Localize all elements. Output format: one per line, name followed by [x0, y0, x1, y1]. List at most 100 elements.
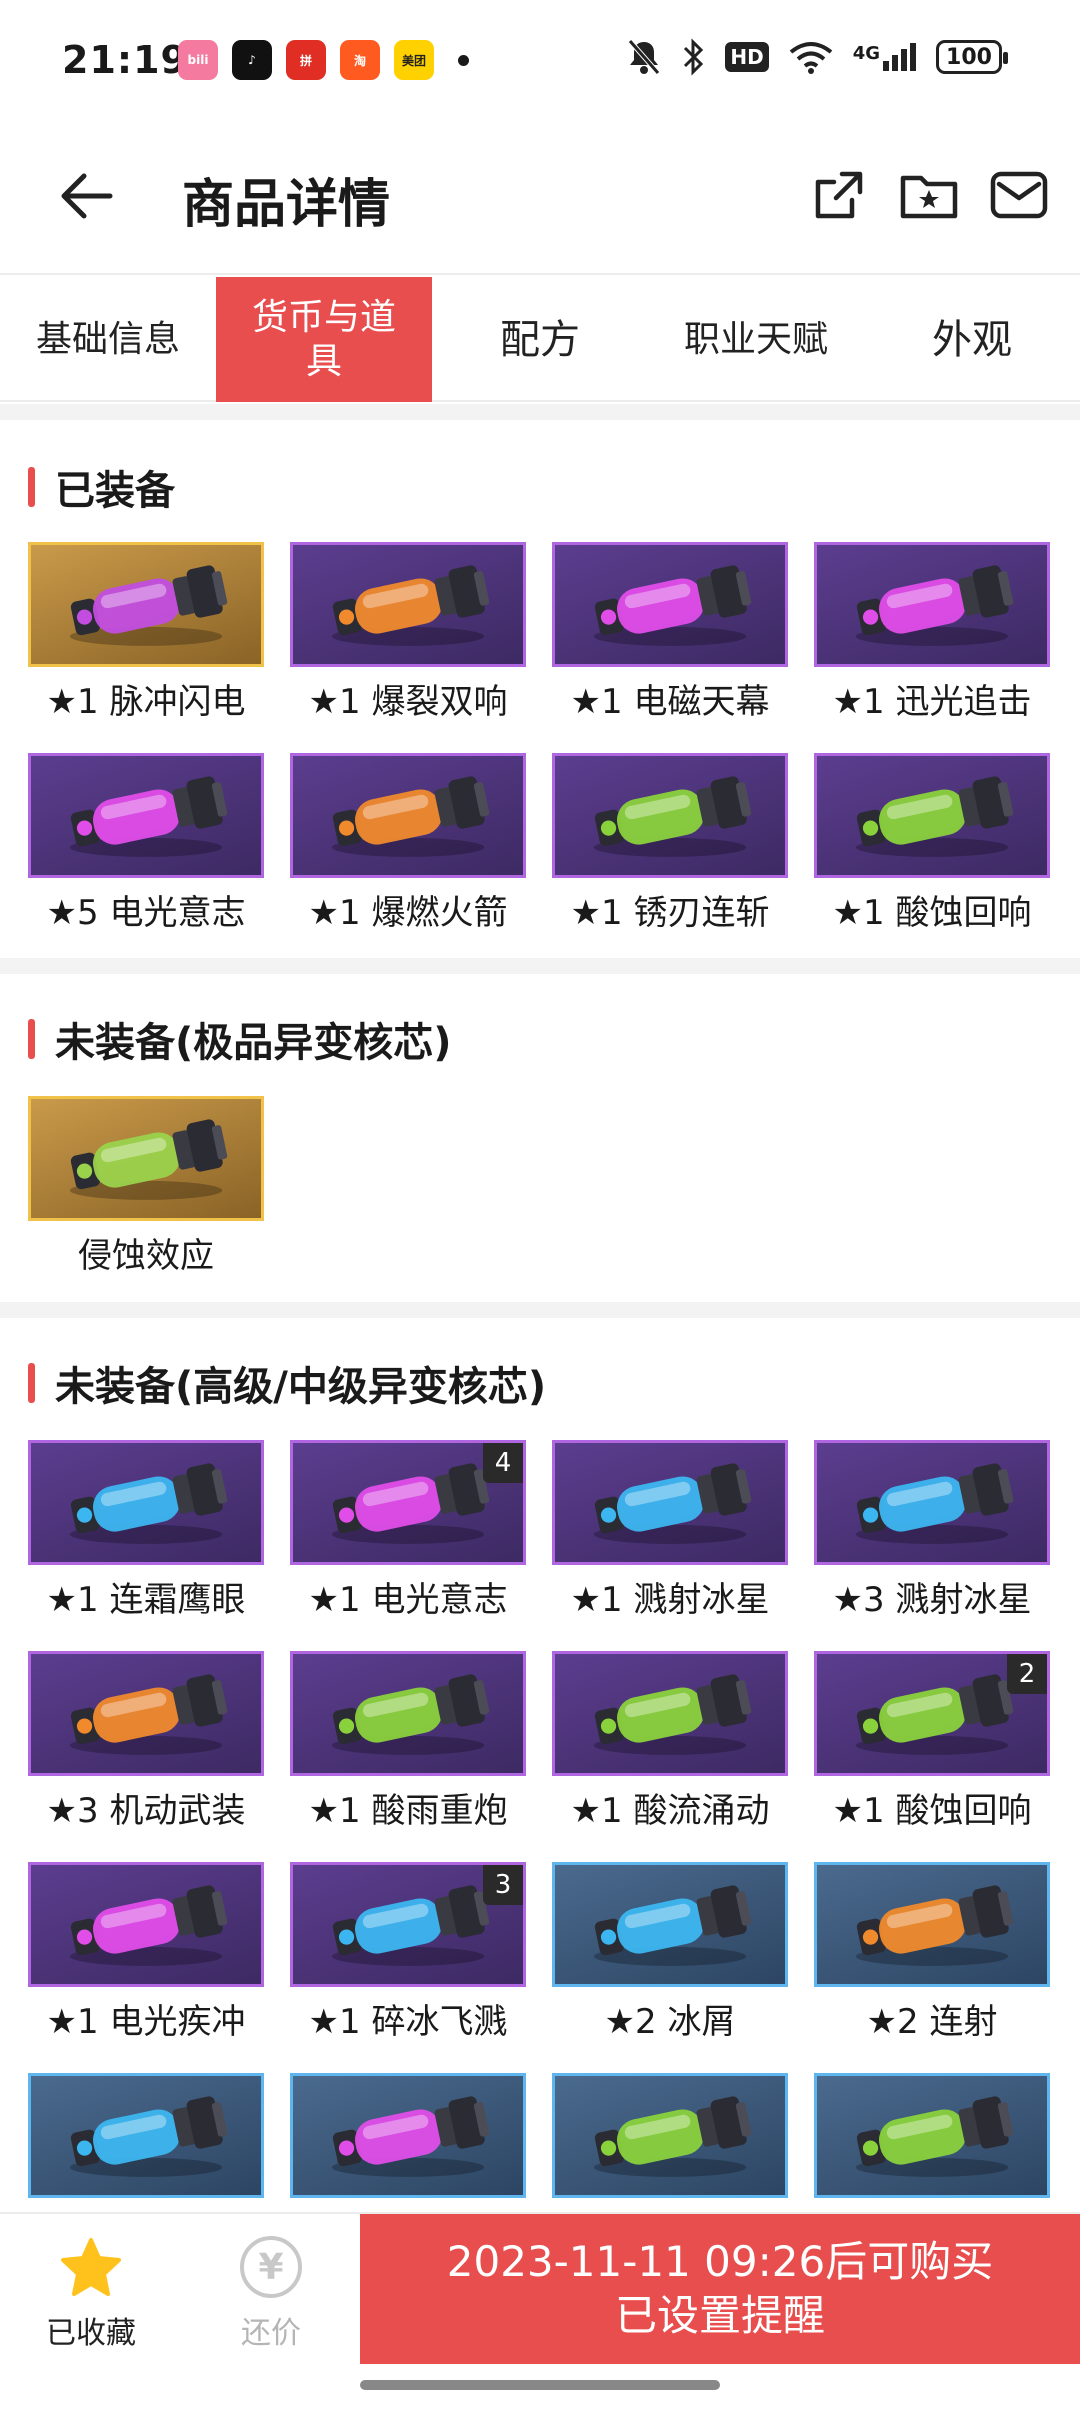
core-item-name: ★1 电光意志	[308, 1580, 508, 1620]
core-item-thumbnail	[814, 753, 1050, 878]
core-item-image	[331, 1674, 490, 1755]
folder-star-icon	[900, 175, 958, 219]
tab-basic-info[interactable]: 基础信息	[0, 277, 216, 402]
bluetooth-icon	[684, 38, 704, 76]
core-item-card[interactable]: 2 ★1 酸蚀回响	[814, 1651, 1050, 1832]
core-item-card[interactable]	[290, 2073, 526, 2212]
premium-grid: 侵蚀效应	[28, 1096, 1052, 1277]
section-title-text: 未装备(高级/中级异变核芯)	[55, 1364, 547, 1410]
mail-icon	[990, 171, 1048, 219]
core-item-name: ★1 迅光追击	[832, 682, 1032, 722]
core-item-image	[593, 2096, 752, 2177]
core-item-name: ★1 酸流涌动	[570, 1791, 770, 1831]
core-item-thumbnail	[28, 1651, 264, 1776]
status-indicators: HD 4G 100	[627, 38, 1008, 76]
battery-icon: 100	[936, 40, 1008, 74]
favorite-button[interactable]: 已收藏	[36, 2236, 146, 2352]
core-item-card[interactable]: ★1 电光疾冲	[28, 1862, 264, 2043]
core-item-thumbnail	[552, 1651, 788, 1776]
core-item-card[interactable]: ★1 连霜鹰眼	[28, 1440, 264, 1621]
core-item-thumbnail	[552, 753, 788, 878]
bargain-label: 还价	[241, 2316, 301, 2351]
core-item-thumbnail	[28, 753, 264, 878]
core-item-image	[593, 1674, 752, 1755]
core-item-thumbnail	[814, 1440, 1050, 1565]
core-item-name: ★1 酸蚀回响	[832, 1791, 1032, 1831]
section-accent-bar	[28, 1019, 35, 1059]
core-item-card[interactable]	[814, 2073, 1050, 2212]
battery-level: 100	[946, 44, 992, 70]
yen-bubble-icon: ¥	[240, 2236, 302, 2298]
pinduoduo-app-icon: 拼	[286, 40, 326, 80]
core-item-card[interactable]: ★1 酸蚀回响	[814, 753, 1050, 934]
core-item-card[interactable]: 4 ★1 电光意志	[290, 1440, 526, 1621]
core-item-name: ★1 爆裂双响	[308, 682, 508, 722]
core-item-card[interactable]	[552, 2073, 788, 2212]
page-title: 商品详情	[182, 175, 391, 235]
core-item-thumbnail	[814, 542, 1050, 667]
share-button[interactable]	[804, 160, 874, 230]
core-item-thumbnail	[552, 542, 788, 667]
core-item-name: ★1 连霜鹰眼	[46, 1580, 246, 1620]
home-indicator[interactable]	[360, 2380, 720, 2390]
core-item-image	[331, 565, 490, 646]
core-item-card[interactable]: 3 ★1 碎冰飞溅	[290, 1862, 526, 2043]
core-item-name: ★3 机动武装	[46, 1791, 246, 1831]
core-item-card[interactable]: ★1 电磁天幕	[552, 542, 788, 723]
tab-class-talents[interactable]: 职业天赋	[648, 277, 864, 402]
taobao-app-icon: 淘	[340, 40, 380, 80]
core-item-image	[69, 565, 228, 646]
network-type: 4G	[852, 43, 880, 64]
core-item-card[interactable]: ★3 机动武装	[28, 1651, 264, 1832]
core-item-card[interactable]: ★1 脉冲闪电	[28, 542, 264, 723]
core-item-card[interactable]: ★3 溅射冰星	[814, 1440, 1050, 1621]
core-item-image	[855, 2096, 1014, 2177]
section-title-premium: 未装备(极品异变核芯)	[28, 1010, 452, 1068]
core-item-card[interactable]: ★2 冰屑	[552, 1862, 788, 2043]
core-item-thumbnail	[290, 753, 526, 878]
core-item-card[interactable]: ★5 电光意志	[28, 753, 264, 934]
more-notifications-dot	[458, 54, 469, 66]
quantity-badge: 3	[483, 1865, 523, 1905]
core-item-card[interactable]: ★1 锈刃连斩	[552, 753, 788, 934]
core-item-image	[69, 1885, 228, 1966]
core-item-card[interactable]: ★2 连射	[814, 1862, 1050, 2043]
core-item-thumbnail: 2	[814, 1651, 1050, 1776]
tiktok-app-icon: ♪	[232, 40, 272, 80]
core-item-thumbnail	[290, 542, 526, 667]
message-button[interactable]	[984, 160, 1054, 230]
core-item-card[interactable]: ★1 酸流涌动	[552, 1651, 788, 1832]
section-divider	[0, 1302, 1080, 1318]
core-item-card[interactable]: ★1 酸雨重炮	[290, 1651, 526, 1832]
cellular-signal-icon: 4G	[853, 43, 916, 71]
buy-reminder-button[interactable]: 2023-11-11 09:26后可购买 已设置提醒	[360, 2214, 1080, 2364]
tab-currency-items[interactable]: 货币与道具	[216, 277, 432, 402]
section-title-text: 已装备	[55, 468, 175, 514]
favorite-label: 已收藏	[46, 2316, 136, 2351]
mute-bell-icon	[628, 39, 661, 75]
core-item-image	[593, 776, 752, 857]
core-item-thumbnail	[552, 1862, 788, 1987]
core-item-thumbnail	[28, 1096, 264, 1221]
quantity-badge: 2	[1007, 1654, 1047, 1694]
bargain-button[interactable]: ¥ 还价	[216, 2236, 326, 2352]
yen-symbol: ¥	[258, 2246, 284, 2288]
tab-recipes[interactable]: 配方	[432, 277, 648, 402]
core-item-card[interactable]: ★1 爆燃火箭	[290, 753, 526, 934]
core-item-card[interactable]: 侵蚀效应	[28, 1096, 264, 1277]
core-item-name: 侵蚀效应	[78, 1236, 214, 1276]
core-item-name: ★1 电光疾冲	[46, 2002, 246, 2042]
core-item-card[interactable]: ★1 爆裂双响	[290, 542, 526, 723]
core-item-thumbnail	[28, 2073, 264, 2198]
core-item-card[interactable]	[28, 2073, 264, 2212]
save-to-folder-button[interactable]	[894, 160, 964, 230]
meituan-app-icon: 美团	[394, 40, 434, 80]
section-accent-bar	[28, 1363, 35, 1403]
core-item-image	[855, 1885, 1014, 1966]
core-item-name: ★1 脉冲闪电	[46, 682, 246, 722]
back-button[interactable]	[50, 160, 122, 232]
tab-appearance[interactable]: 外观	[864, 277, 1080, 402]
quantity-badge: 4	[483, 1443, 523, 1483]
core-item-card[interactable]: ★1 溅射冰星	[552, 1440, 788, 1621]
core-item-card[interactable]: ★1 迅光追击	[814, 542, 1050, 723]
